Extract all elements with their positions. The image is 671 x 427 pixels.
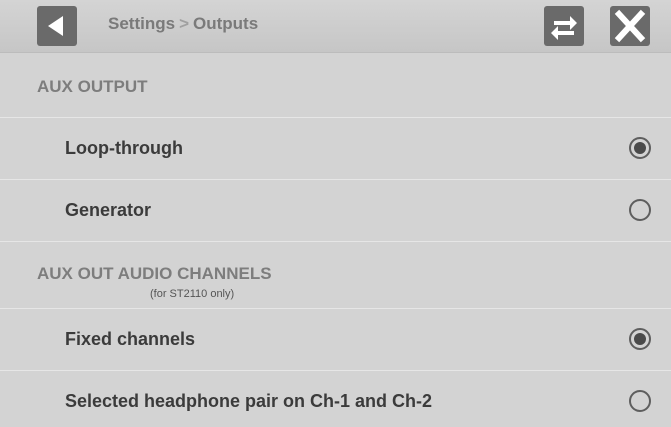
- radio-unselected-icon[interactable]: [629, 390, 651, 412]
- option-label: Selected headphone pair on Ch-1 and Ch-2: [65, 391, 433, 411]
- option-fixed-channels[interactable]: Fixed channels: [0, 309, 671, 371]
- aux-audio-subtitle: (for ST2110 only): [150, 288, 235, 300]
- option-label: Generator: [65, 200, 152, 220]
- breadcrumb-parent[interactable]: Settings: [108, 14, 175, 33]
- back-arrow-icon: [48, 16, 63, 36]
- breadcrumb: Settings > Outputs: [108, 14, 258, 34]
- back-button[interactable]: [37, 6, 77, 46]
- aux-audio-header: AUX OUT AUDIO CHANNELS (for ST2110 only): [0, 242, 671, 309]
- option-loop-through[interactable]: Loop-through: [0, 118, 671, 180]
- title-bar: Settings > Outputs: [0, 0, 671, 53]
- radio-selected-icon[interactable]: [629, 328, 651, 350]
- radio-selected-icon[interactable]: [629, 137, 651, 159]
- option-selected-headphone-pair[interactable]: Selected headphone pair on Ch-1 and Ch-2: [0, 371, 671, 427]
- close-x-icon: [614, 9, 646, 43]
- aux-output-title: AUX OUTPUT: [37, 77, 148, 96]
- aux-audio-title: AUX OUT AUDIO CHANNELS: [37, 264, 272, 283]
- radio-unselected-icon[interactable]: [629, 199, 651, 221]
- option-generator[interactable]: Generator: [0, 180, 671, 242]
- option-label: Fixed channels: [65, 329, 196, 349]
- sync-button[interactable]: [544, 6, 584, 46]
- close-button[interactable]: [610, 6, 650, 46]
- option-label: Loop-through: [65, 138, 183, 158]
- breadcrumb-current: Outputs: [193, 14, 259, 33]
- aux-output-header: AUX OUTPUT: [0, 53, 671, 118]
- swap-arrows-icon: [551, 16, 577, 40]
- breadcrumb-separator: >: [179, 14, 189, 33]
